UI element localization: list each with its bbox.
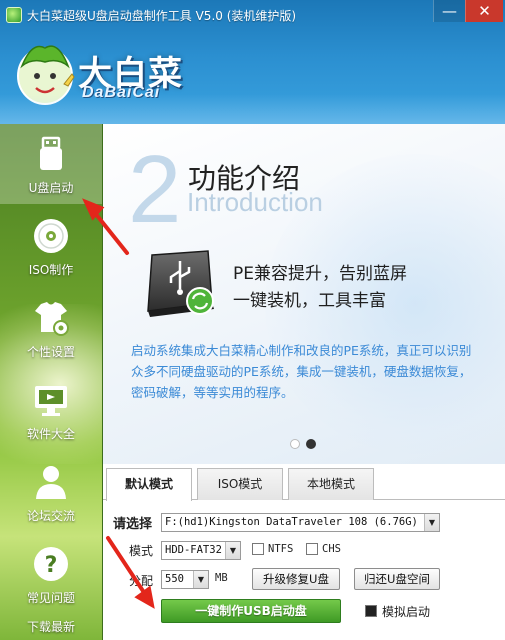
ntfs-label: NTFS [268, 543, 294, 555]
sidebar-item-label: 常见问题 [26, 591, 75, 605]
mode-select[interactable]: HDD-FAT32 ▼ [161, 541, 241, 560]
sidebar-item-software[interactable]: 软件大全 [0, 370, 102, 450]
chevron-down-icon: ▼ [225, 542, 240, 559]
minimize-button[interactable]: — [433, 0, 465, 22]
simulate-boot-label: 模拟启动 [382, 605, 431, 619]
alloc-label: 分配 [129, 574, 154, 588]
mode-tabs: 默认模式 ISO模式 本地模式 [103, 468, 505, 501]
download-latest-link[interactable]: 下载最新 [0, 616, 102, 640]
banner-pager [290, 439, 316, 449]
question-icon: ? [34, 547, 68, 581]
monitor-icon [35, 386, 67, 416]
mode-label: 模式 [129, 544, 154, 558]
tab-iso-mode[interactable]: ISO模式 [197, 468, 283, 500]
window-controls: — ✕ [433, 0, 503, 22]
sidebar-item-label: U盘启动 [28, 181, 74, 195]
tab-local-mode[interactable]: 本地模式 [288, 468, 374, 500]
make-usb-boot-button[interactable]: 一键制作USB启动盘 [161, 599, 341, 623]
tshirt-gear-icon [35, 302, 69, 336]
sidebar-item-forum[interactable]: 论坛交流 [0, 452, 102, 532]
pager-dot-1[interactable] [290, 439, 300, 449]
main-panel: 2 功能介绍 Introduction PE兼容提升，告别蓝屏 一键装机，工具丰… [103, 124, 505, 640]
chevron-down-icon: ▼ [424, 514, 439, 531]
headline-line-1: PE兼容提升，告别蓝屏 [233, 264, 407, 284]
chs-checkbox[interactable] [306, 543, 318, 555]
chevron-down-icon: ▼ [193, 571, 208, 588]
usb-drive-icon [40, 136, 62, 170]
sidebar-item-label: 软件大全 [26, 427, 75, 441]
device-select-value: F:(hd1)Kingston DataTraveler 108 (6.76G) [165, 516, 418, 528]
device-select[interactable]: F:(hd1)Kingston DataTraveler 108 (6.76G)… [161, 513, 440, 532]
simulate-boot-icon[interactable] [365, 605, 377, 617]
sidebar-item-personalize[interactable]: 个性设置 [0, 288, 102, 368]
tab-default-mode[interactable]: 默认模式 [106, 468, 192, 501]
device-select-label: 请选择 [113, 517, 153, 532]
feature-headline: PE兼容提升，告别蓝屏 一键装机，工具丰富 [233, 261, 407, 315]
upgrade-repair-button[interactable]: 升级修复U盘 [252, 568, 340, 590]
sidebar-item-label: ISO制作 [28, 263, 74, 277]
chs-label: CHS [322, 543, 341, 555]
usb-hard-drive-icon [147, 250, 214, 317]
window-title: 大白菜超级U盘启动盘制作工具 V5.0 (装机维护版) [27, 9, 297, 23]
alloc-select[interactable]: 550 ▼ [161, 570, 209, 589]
close-button[interactable]: ✕ [465, 0, 503, 22]
app-header: 大白菜超级U盘启动盘制作工具 V5.0 (装机维护版) — ✕ 大白菜 DaBa… [0, 0, 505, 124]
mode-select-value: HDD-FAT32 [165, 544, 222, 556]
cabbage-mascot-icon [17, 45, 75, 105]
intro-banner: 2 功能介绍 Introduction PE兼容提升，告别蓝屏 一键装机，工具丰… [103, 124, 505, 464]
feature-description: 启动系统集成大白菜精心制作和改良的PE系统，真正可以识别众多不同硬盘驱动的PE系… [131, 343, 472, 400]
pager-dot-2[interactable] [306, 439, 316, 449]
title-bar[interactable]: 大白菜超级U盘启动盘制作工具 V5.0 (装机维护版) — ✕ [0, 0, 505, 30]
sidebar-item-label: 个性设置 [26, 345, 75, 359]
logo-text-en: DaBaiCai [82, 84, 161, 101]
ntfs-checkbox[interactable] [252, 543, 264, 555]
alloc-select-value: 550 [165, 573, 184, 585]
sidebar-item-label: 论坛交流 [26, 509, 75, 523]
sidebar-item-usb-boot[interactable]: U盘启动 [0, 124, 102, 204]
headline-line-2: 一键装机，工具丰富 [233, 291, 386, 311]
disc-icon [34, 219, 68, 253]
sidebar-item-iso[interactable]: ISO制作 [0, 206, 102, 286]
step-number: 2 [128, 136, 182, 243]
user-icon [36, 466, 66, 499]
app-icon [6, 7, 22, 23]
restore-space-button[interactable]: 归还U盘空间 [354, 568, 440, 590]
sidebar: U盘启动 ISO制作 个性设置 软件大全 论坛交流 ? 常见问题 下载最新 [0, 124, 102, 640]
svg-text:?: ? [45, 553, 58, 578]
sidebar-item-faq[interactable]: ? 常见问题 [0, 534, 102, 614]
download-latest-label: 下载最新 [26, 620, 75, 634]
alloc-unit: MB [215, 572, 228, 584]
intro-title-en: Introduction [187, 187, 323, 217]
